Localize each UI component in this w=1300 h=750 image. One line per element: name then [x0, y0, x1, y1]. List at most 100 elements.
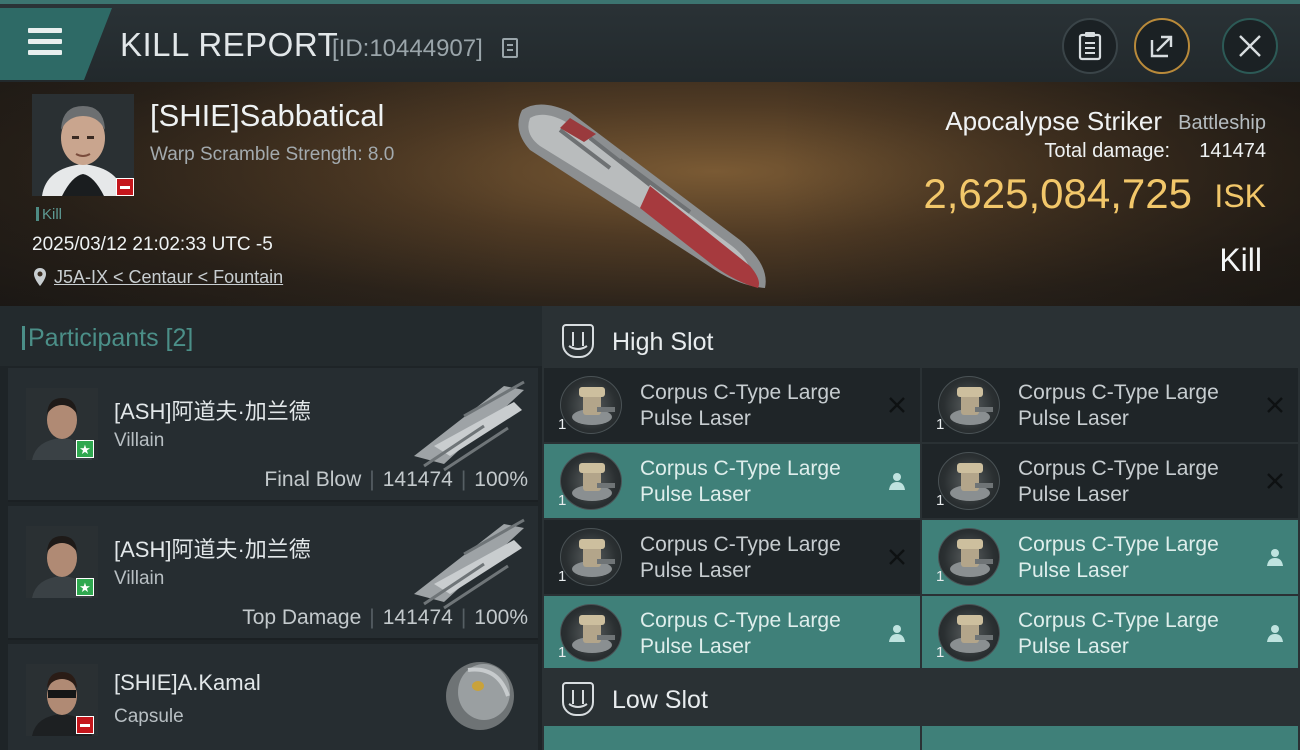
participant-stats: Top Damage | 141474 | 100% [242, 606, 528, 630]
pulse-laser-icon [938, 604, 1000, 662]
participant-ship-image [414, 518, 525, 610]
friendly-star-badge: ★ [76, 578, 94, 596]
stat-divider: | [460, 468, 467, 491]
capsule-image [446, 662, 514, 730]
destroyed-x-icon [1267, 397, 1283, 413]
fitting-panel: High Slot 1 Corpus C-Type Large Pulse Las… [542, 306, 1300, 750]
low-slot-module-partial[interactable] [922, 726, 1298, 750]
participant-percent: 100% [474, 468, 528, 491]
module-tile[interactable]: 1 Corpus C-Type Large Pulse Laser [922, 596, 1298, 670]
module-name: Corpus C-Type Large Pulse Laser [1018, 381, 1219, 430]
low-slot-header: Low Slot [542, 668, 1300, 728]
victim-name[interactable]: [SHIE]Sabbatical [150, 98, 384, 134]
victim-ship-image [518, 104, 766, 288]
participant-damage: 141474 [382, 606, 453, 629]
low-slot-title: Low Slot [612, 686, 708, 714]
destroyed-x-icon [889, 397, 905, 413]
participant-percent: 100% [474, 606, 528, 629]
participant-stats: Final Blow | 141474 | 100% [264, 468, 528, 492]
module-name: Corpus C-Type Large Pulse Laser [1018, 457, 1219, 506]
victim-ship-name[interactable]: Apocalypse Striker [945, 106, 1162, 137]
module-name: Corpus C-Type Large Pulse Laser [640, 457, 841, 506]
stat-divider: | [369, 468, 375, 491]
stat-divider: | [460, 606, 467, 629]
menu-icon-bar [28, 50, 62, 55]
module-name: Corpus C-Type Large Pulse Laser [1018, 609, 1219, 658]
module-quantity: 1 [936, 492, 945, 509]
isk-value: 2,625,084,725 [923, 170, 1192, 217]
module-tile[interactable]: 1 Corpus C-Type Large Pulse Laser [544, 596, 920, 670]
slot-glyph [568, 332, 588, 350]
report-id: [ID:10444907] [332, 35, 483, 62]
pulse-laser-icon [938, 528, 1000, 586]
close-icon [1239, 35, 1261, 57]
dropped-person-icon [889, 625, 905, 642]
module-quantity: 1 [558, 492, 567, 509]
dropped-person-icon [1267, 549, 1283, 566]
participant-name[interactable]: [SHIE]A.Kamal [114, 670, 261, 696]
module-tile[interactable]: 1 Corpus C-Type Large Pulse Laser [544, 520, 920, 594]
module-quantity: 1 [558, 416, 567, 433]
menu-button[interactable] [0, 8, 112, 80]
isk-unit: ISK [1214, 178, 1266, 214]
victim-summary: [SHIE]Sabbatical Warp Scramble Strength:… [0, 82, 1300, 306]
high-slot-header: High Slot [542, 310, 1300, 370]
participants-panel: Participants [2] ★ [ASH]阿道夫·加兰德 Villain … [0, 306, 542, 750]
participant-ship: Capsule [114, 706, 184, 727]
victim-ship-class: Battleship [1178, 112, 1266, 134]
participant-row[interactable]: ★ [ASH]阿道夫·加兰德 Villain Final Blow | 141474… [8, 368, 538, 502]
menu-icon [28, 28, 62, 33]
module-name: Corpus C-Type Large Pulse Laser [640, 381, 841, 430]
destroyed-x-icon [1267, 473, 1283, 489]
module-tile[interactable]: 1 Corpus C-Type Large Pulse Laser [544, 444, 920, 518]
menu-icon-bar [28, 39, 62, 44]
kill-location-link[interactable]: J5A-IX < Centaur < Fountain [54, 267, 283, 288]
location-pin-icon [34, 268, 46, 286]
module-tile[interactable]: 1 Corpus C-Type Large Pulse Laser [922, 444, 1298, 518]
total-damage-value: 141474 [1199, 140, 1266, 162]
module-quantity: 1 [936, 416, 945, 433]
module-quantity: 1 [558, 568, 567, 585]
hostile-badge [76, 716, 94, 734]
high-slot-icon [562, 324, 594, 358]
close-button[interactable] [1222, 18, 1278, 74]
high-slot-title: High Slot [612, 328, 714, 356]
warp-scramble-strength: Warp Scramble Strength: 8.0 [150, 144, 395, 165]
pulse-laser-icon [938, 376, 1000, 434]
slot-glyph [568, 690, 588, 708]
dropped-person-icon [1267, 625, 1283, 642]
share-button[interactable] [1134, 18, 1190, 74]
module-tile[interactable]: 1 Corpus C-Type Large Pulse Laser [544, 368, 920, 442]
result-label: Kill [1219, 242, 1262, 278]
participants-header: Participants [2] [0, 306, 542, 366]
clipboard-button[interactable] [1062, 18, 1118, 74]
copy-icon[interactable] [502, 38, 518, 58]
clipboard-icon [1078, 32, 1102, 61]
module-tile[interactable]: 1 Corpus C-Type Large Pulse Laser [922, 520, 1298, 594]
page-title: KILL REPORT [120, 26, 339, 63]
module-name: Corpus C-Type Large Pulse Laser [1018, 533, 1219, 582]
destroyed-x-icon [889, 549, 905, 565]
module-tile[interactable]: 1 Corpus C-Type Large Pulse Laser [922, 368, 1298, 442]
module-quantity: 1 [936, 644, 945, 661]
pulse-laser-icon [560, 604, 622, 662]
participant-row[interactable]: ★ [ASH]阿道夫·加兰德 Villain Top Damage | 141474… [8, 506, 538, 640]
total-damage-label: Total damage: [1044, 140, 1170, 162]
participant-damage: 141474 [382, 468, 453, 491]
low-slot-module-partial[interactable] [544, 726, 920, 750]
participant-name[interactable]: [ASH]阿道夫·加兰德 [114, 532, 311, 564]
pulse-laser-icon [560, 528, 622, 586]
dropped-person-icon [889, 473, 905, 490]
stat-divider: | [369, 606, 375, 629]
participant-role: Top Damage [242, 606, 362, 629]
participant-ship: Villain [114, 568, 165, 589]
participant-role: Final Blow [264, 468, 362, 491]
participant-row[interactable]: [SHIE]A.Kamal Capsule [8, 644, 538, 750]
kill-datetime: 2025/03/12 21:02:33 UTC -5 [32, 234, 273, 255]
participant-name[interactable]: [ASH]阿道夫·加兰德 [114, 394, 311, 426]
friendly-star-badge: ★ [76, 440, 94, 458]
module-quantity: 1 [936, 568, 945, 585]
pulse-laser-icon [560, 452, 622, 510]
participant-ship: Villain [114, 430, 165, 451]
low-slot-icon [562, 682, 594, 716]
